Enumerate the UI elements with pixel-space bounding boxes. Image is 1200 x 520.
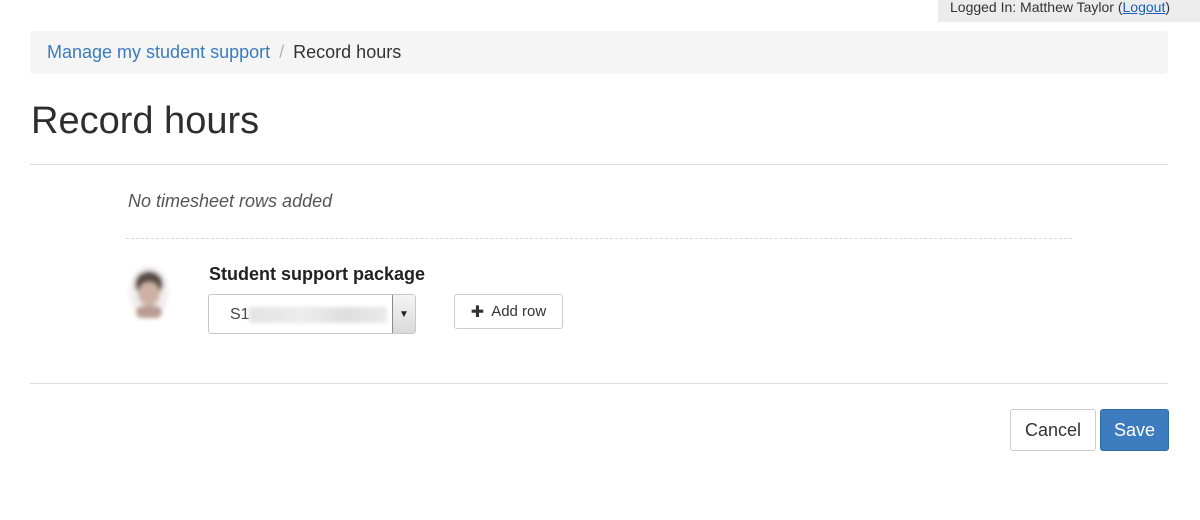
student-avatar [124,262,174,322]
package-select-value: S1 [230,306,250,323]
plus-icon: ✚ [470,303,485,321]
divider-bottom [30,383,1168,384]
avatar-icon [129,266,169,318]
breadcrumb-current: Record hours [293,42,402,62]
package-select[interactable]: S1 ▼ [208,294,416,334]
save-button[interactable]: Save [1100,409,1169,451]
package-select-redacted [249,307,387,323]
breadcrumb-separator: / [279,42,285,62]
page-title: Record hours [31,100,260,142]
package-label: Student support package [209,264,426,284]
logged-in-suffix: ) [1165,0,1171,15]
login-status-bar: Logged In: Matthew Taylor (Logout) [938,0,1200,22]
cancel-button[interactable]: Cancel [1010,409,1096,451]
add-row-label: Add row [491,303,547,320]
timesheet-empty-message: No timesheet rows added [128,191,333,211]
logged-in-text: Logged In: Matthew Taylor ( [950,0,1123,15]
chevron-down-icon[interactable]: ▼ [392,295,415,333]
add-row-button[interactable]: ✚ Add row [454,294,563,329]
logout-link[interactable]: Logout [1123,0,1166,15]
divider-top [30,164,1168,165]
breadcrumb: Manage my student support / Record hours [30,31,1168,74]
dashed-divider [126,238,1072,239]
breadcrumb-link-manage-support[interactable]: Manage my student support [47,42,270,62]
